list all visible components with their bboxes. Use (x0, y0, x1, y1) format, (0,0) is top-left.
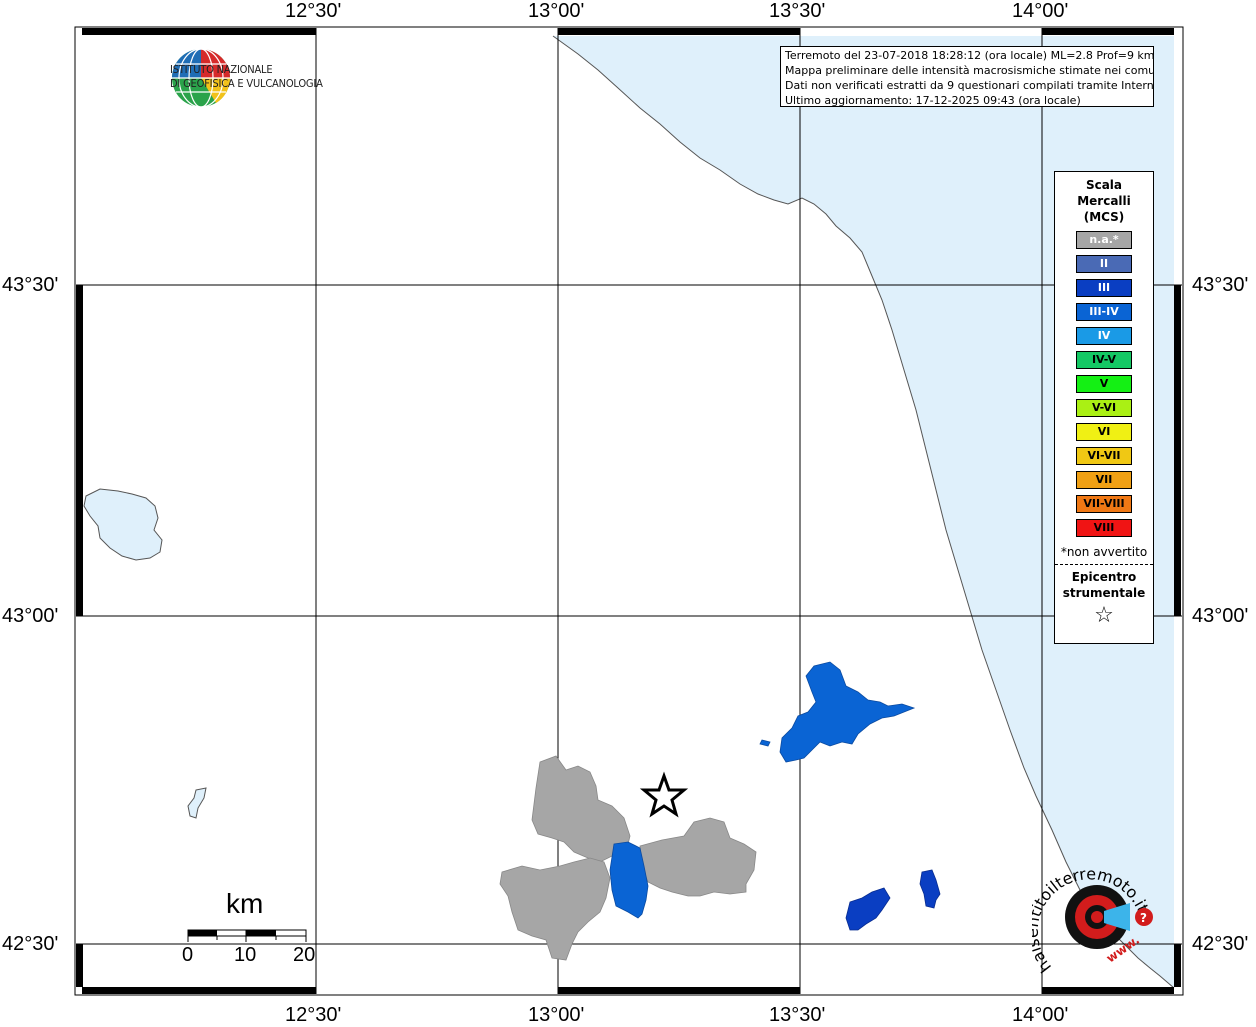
lat-tick-right-4230: 42°30' (1192, 933, 1249, 955)
legend-swatch-v-vi: V-VI (1076, 399, 1132, 417)
scale-label-10: 10 (234, 944, 257, 966)
legend-title: Scala Mercalli (MCS) (1055, 177, 1153, 225)
ingv-name: ISTITUTO NAZIONALE DI GEOFISICA E VULCAN… (170, 63, 323, 91)
epicenter-star (639, 771, 689, 818)
municipality-iii-1 (845, 887, 891, 931)
event-info-box: Terremoto del 23-07-2018 18:28:12 (ora l… (780, 46, 1154, 107)
legend-swatch-iii-iv: III-IV (1076, 303, 1132, 321)
legend-swatch-iv: IV (1076, 327, 1132, 345)
legend-title-line2: Mercalli (1077, 194, 1131, 208)
legend-swatch-viii: VIII (1076, 519, 1132, 537)
scale-bar (187, 929, 307, 942)
lat-tick-right-4300: 43°00' (1192, 605, 1249, 627)
lon-tick-top-1400: 14°00' (1012, 0, 1069, 22)
legend-swatch-vi-vii: VI-VII (1076, 447, 1132, 465)
ingv-name-line1: ISTITUTO NAZIONALE (170, 63, 273, 76)
lat-tick-right-4330: 43°30' (1192, 274, 1249, 296)
lon-tick-top-1300: 13°00' (528, 0, 585, 22)
municipality-iii-iv-3 (759, 739, 771, 747)
municipality-iii-2 (919, 869, 941, 909)
municipality-na-2 (499, 857, 611, 961)
legend-swatch-iii: III (1076, 279, 1132, 297)
event-info-line3: Dati non verificati estratti da 9 questi… (785, 79, 1154, 92)
event-info-line2: Mappa preliminare delle intensità macros… (785, 64, 1154, 77)
lat-tick-left-4230: 42°30' (2, 933, 59, 955)
scale-label-20: 20 (293, 944, 316, 966)
legend-swatches: n.a.* II III III-IV IV IV-V V V-VI VI VI-VII VII VI… (1055, 231, 1153, 537)
legend-swatch-vi: VI (1076, 423, 1132, 441)
legend-note: *non avvertito (1060, 545, 1148, 559)
legend-swatch-ii: II (1076, 255, 1132, 273)
lake-trasimeno (83, 488, 163, 561)
legend-title-line3: (MCS) (1083, 210, 1125, 224)
scale-unit: km (226, 888, 264, 919)
lat-tick-left-4300: 43°00' (2, 605, 59, 627)
legend-swatch-vii-viii: VII-VIII (1076, 495, 1132, 513)
legend-swatch-vii: VII (1076, 471, 1132, 489)
mcs-legend: Scala Mercalli (MCS) n.a.* II III III-IV IV I… (1054, 171, 1154, 644)
epicenter-legend-line1: Epicentro (1071, 570, 1137, 584)
lat-tick-left-4330: 43°30' (2, 274, 59, 296)
legend-title-line1: Scala (1085, 178, 1123, 192)
lon-tick-top-1230: 12°30' (285, 0, 342, 22)
legend-swatch-iv-v: IV-V (1076, 351, 1132, 369)
event-info-line4: Ultimo aggiornamento: 17-12-2025 09:43 (… (785, 94, 1081, 107)
ingv-name-line2: DI GEOFISICA E VULCANOLOGIA (170, 77, 323, 90)
scale-label-0: 0 (182, 944, 194, 966)
epicenter-star-icon: ☆ (1094, 603, 1114, 628)
epicenter-legend-title: Epicentro strumentale (1055, 569, 1153, 601)
legend-swatch-n-a: n.a.* (1076, 231, 1132, 249)
lon-tick-top-1330: 13°30' (769, 0, 826, 22)
lake-small (187, 787, 207, 819)
legend-divider (1055, 564, 1153, 565)
municipality-na-3 (639, 817, 757, 897)
svg-text:?: ? (1140, 911, 1147, 925)
hsit-logo-icon: haisentitoilterremoto.it ? www. (1032, 864, 1153, 976)
legend-swatch-v: V (1076, 375, 1132, 393)
event-info-line1: Terremoto del 23-07-2018 18:28:12 (ora l… (785, 49, 1154, 62)
epicenter-legend-line2: strumentale (1062, 586, 1146, 600)
